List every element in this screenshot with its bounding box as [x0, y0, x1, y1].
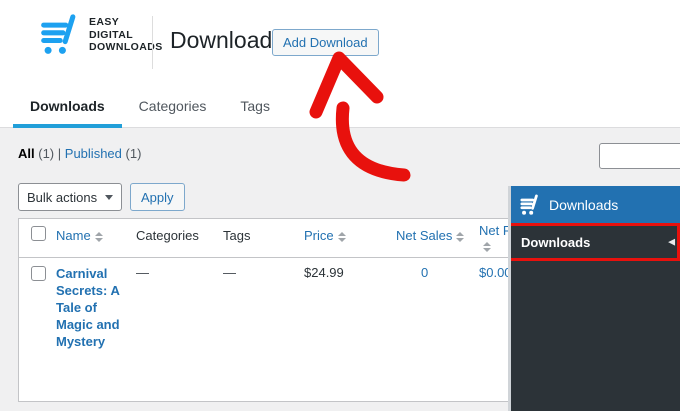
- row-price-cell: $24.99: [304, 265, 344, 280]
- bulk-actions-label: Bulk actions: [27, 189, 98, 205]
- bulk-actions-select[interactable]: Bulk actions: [18, 183, 122, 211]
- filter-published-count: (1): [125, 146, 142, 161]
- net-revenue-link[interactable]: $0.00: [479, 265, 512, 280]
- tab-categories[interactable]: Categories: [122, 85, 224, 127]
- header-divider: [152, 16, 153, 69]
- top-header: EASY DIGITAL DOWNLOADS Downloads Add Dow…: [0, 0, 680, 85]
- net-sales-link[interactable]: 0: [421, 265, 428, 280]
- row-tags-cell: —: [223, 265, 236, 280]
- row-name-cell: Carnival Secrets: A Tale of Magic and My…: [56, 265, 128, 350]
- page-title: Downloads: [170, 27, 284, 53]
- tab-downloads-label: Downloads: [30, 98, 105, 114]
- edd-cart-icon-white: [520, 194, 538, 215]
- sort-icon: [456, 231, 465, 242]
- filter-published-link[interactable]: Published: [65, 146, 122, 161]
- column-header-name[interactable]: Name: [56, 228, 103, 243]
- sort-icon: [337, 231, 346, 242]
- menu-top-level-downloads[interactable]: Downloads: [511, 186, 680, 223]
- submenu-downloads-label: Downloads: [521, 234, 591, 250]
- edd-cart-icon: [41, 14, 76, 54]
- select-all-checkbox[interactable]: [31, 226, 46, 241]
- edd-downloads-screen: EASY DIGITAL DOWNLOADS Downloads Add Dow…: [0, 0, 680, 411]
- apply-button[interactable]: Apply: [130, 183, 185, 211]
- submenu-item-downloads-current[interactable]: Downloads ◀: [511, 223, 680, 261]
- row-net-sales-cell: 0: [421, 265, 428, 280]
- row-categories-cell: —: [136, 265, 149, 280]
- chevron-down-icon: [105, 194, 113, 200]
- column-header-price[interactable]: Price: [304, 228, 346, 243]
- tab-bar: Downloads Categories Tags: [0, 85, 680, 128]
- column-header-categories: Categories: [136, 228, 199, 243]
- row-net-revenue-cell: $0.00: [479, 265, 512, 280]
- status-filter-links: All (1) | Published (1): [18, 146, 141, 161]
- search-input[interactable]: [599, 143, 680, 169]
- edd-logo: EASY DIGITAL DOWNLOADS: [36, 13, 163, 57]
- download-title-link[interactable]: Carnival Secrets: A Tale of Magic and My…: [56, 265, 128, 350]
- sort-icon: [483, 241, 491, 252]
- tab-downloads[interactable]: Downloads: [13, 85, 122, 128]
- column-header-tags: Tags: [223, 228, 251, 243]
- admin-menu-overlay: Downloads Downloads ◀ Orders Customers D…: [508, 186, 680, 411]
- tab-tags-label: Tags: [240, 98, 270, 114]
- filter-all-count: (1): [38, 146, 55, 161]
- sort-icon: [94, 231, 103, 242]
- submenu-arrow-icon: ◀: [668, 236, 675, 247]
- filter-all-label[interactable]: All: [18, 146, 35, 161]
- filter-separator: |: [57, 146, 62, 161]
- menu-top-label: Downloads: [549, 196, 619, 213]
- tab-categories-label: Categories: [138, 98, 207, 114]
- column-header-net-sales[interactable]: Net Sales: [396, 228, 465, 243]
- add-download-button[interactable]: Add Download: [272, 29, 379, 56]
- row-checkbox[interactable]: [31, 266, 46, 281]
- tab-tags[interactable]: Tags: [223, 85, 287, 127]
